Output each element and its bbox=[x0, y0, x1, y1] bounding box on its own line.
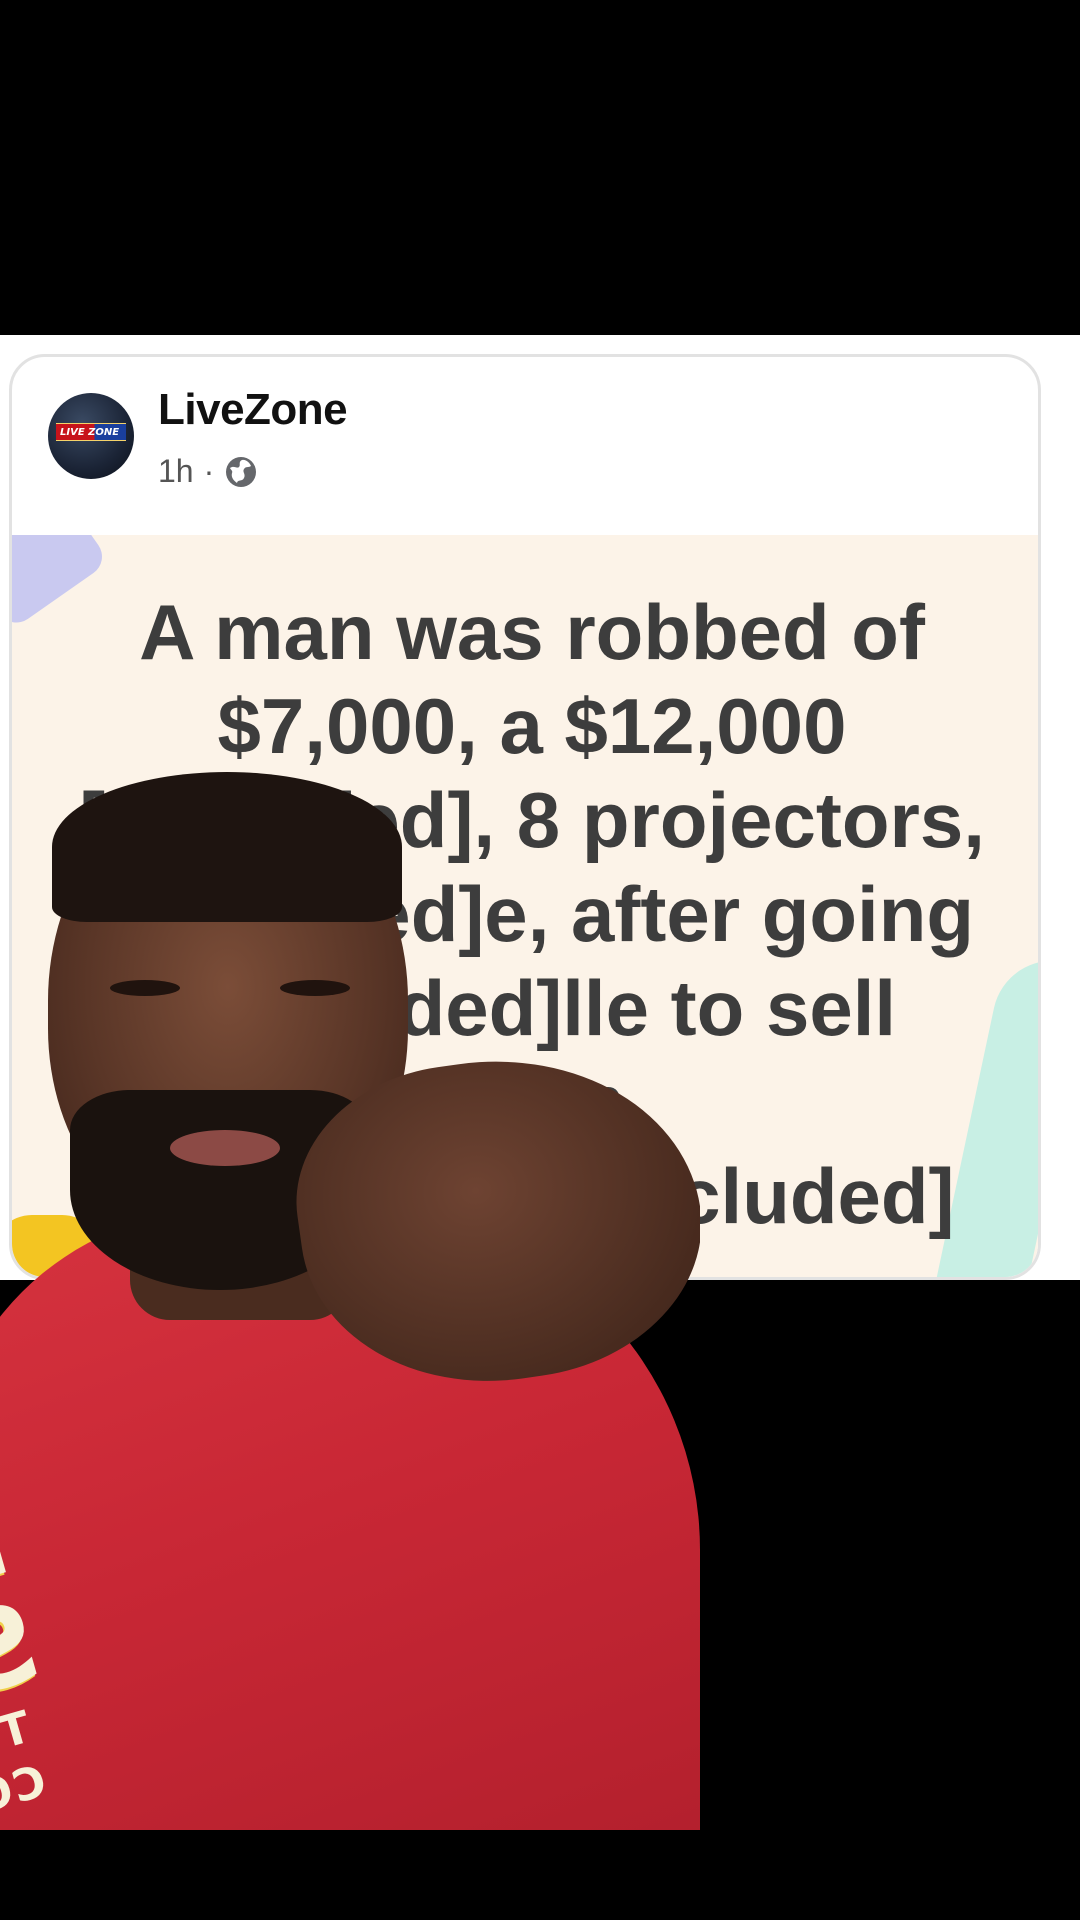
eye-left bbox=[110, 980, 180, 996]
eye-right bbox=[280, 980, 350, 996]
top-black-area bbox=[0, 0, 1080, 335]
meta-separator: · bbox=[203, 453, 215, 489]
globe-icon[interactable] bbox=[224, 455, 258, 489]
mouth bbox=[170, 1130, 280, 1166]
post-header: LIVE ZONE LiveZone 1h · bbox=[12, 357, 1038, 537]
hair bbox=[52, 772, 402, 922]
video-overlay-person: NOK STO THE GOOD IS COMING bbox=[0, 760, 700, 1830]
avatar-logo: LIVE ZONE bbox=[56, 423, 126, 441]
page-name[interactable]: LiveZone bbox=[158, 385, 348, 435]
post-timestamp[interactable]: 1h bbox=[158, 453, 194, 490]
page-avatar[interactable]: LIVE ZONE bbox=[48, 393, 134, 479]
post-meta: 1h · bbox=[158, 453, 258, 490]
